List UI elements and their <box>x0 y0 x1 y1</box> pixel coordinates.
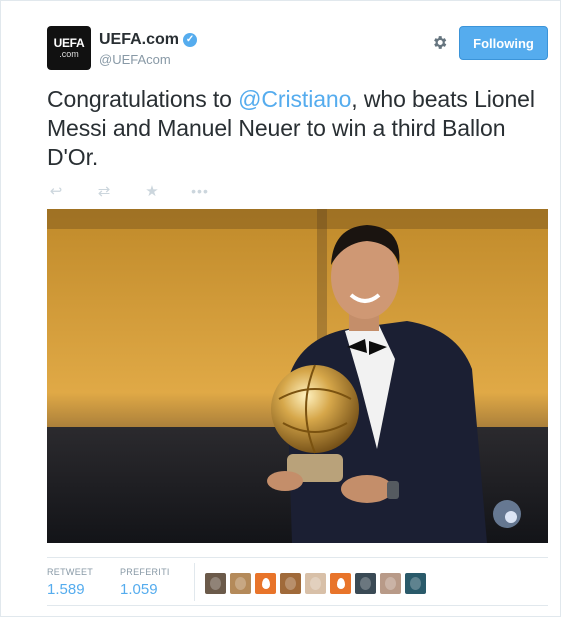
avatar-photo-detail <box>385 577 396 590</box>
tweet-text: Congratulations to @Cristiano, who beats… <box>47 85 547 172</box>
avatar-photo-detail <box>235 577 246 590</box>
stats-divider-bottom <box>47 605 548 606</box>
avatar-text-line2: .com <box>59 49 79 59</box>
favorite-count[interactable]: 1.059 <box>120 581 170 598</box>
retweet-stat[interactable]: RETWEET 1.589 <box>47 567 93 598</box>
retweet-label: RETWEET <box>47 567 94 577</box>
favoriter-avatar[interactable] <box>355 573 376 594</box>
reply-icon[interactable]: ↩ <box>47 184 65 199</box>
gear-icon[interactable] <box>429 32 449 52</box>
avatar-photo-detail <box>310 577 321 590</box>
stats-divider-top <box>47 557 548 558</box>
egg-icon <box>336 578 345 589</box>
user-name[interactable]: UEFA.com <box>99 31 179 49</box>
tweet-actions: ↩ ⇄ ★ ••• <box>47 181 239 201</box>
favoriter-avatar[interactable] <box>230 573 251 594</box>
avatar-photo-detail <box>210 577 221 590</box>
favoriter-avatar[interactable] <box>330 573 351 594</box>
favorite-icon[interactable]: ★ <box>143 184 161 199</box>
following-button[interactable]: Following <box>459 26 548 60</box>
favorite-stat[interactable]: PREFERITI 1.059 <box>120 567 170 598</box>
retweet-count[interactable]: 1.589 <box>47 581 93 598</box>
egg-icon <box>261 578 270 589</box>
tweet-text-start: Congratulations to <box>47 86 239 112</box>
favoriter-avatar[interactable] <box>305 573 326 594</box>
avatar-photo-detail <box>410 577 421 590</box>
tweet-photo[interactable] <box>47 209 548 543</box>
favoriter-avatar[interactable] <box>255 573 276 594</box>
user-handle[interactable]: @UEFAcom <box>99 52 171 67</box>
user-name-row[interactable]: UEFA.com ✓ <box>99 31 198 49</box>
avatar-photo-detail <box>285 577 296 590</box>
favoriter-avatar[interactable] <box>205 573 226 594</box>
tweet-card: UEFA .com UEFA.com ✓ @UEFAcom Following … <box>0 0 561 617</box>
favoriter-avatar[interactable] <box>380 573 401 594</box>
retweet-icon[interactable]: ⇄ <box>95 184 113 199</box>
avatar-photo-detail <box>360 577 371 590</box>
favorite-label: PREFERITI <box>120 567 170 577</box>
more-icon[interactable]: ••• <box>191 184 209 198</box>
mention-link[interactable]: @Cristiano <box>238 86 351 112</box>
stats-divider-vertical <box>194 563 195 601</box>
favoriter-avatars <box>205 573 430 594</box>
user-avatar[interactable]: UEFA .com <box>47 26 91 70</box>
avatar-text-line1: UEFA <box>53 36 85 50</box>
favoriter-avatar[interactable] <box>405 573 426 594</box>
verified-badge-icon: ✓ <box>183 33 198 47</box>
favoriter-avatar[interactable] <box>280 573 301 594</box>
